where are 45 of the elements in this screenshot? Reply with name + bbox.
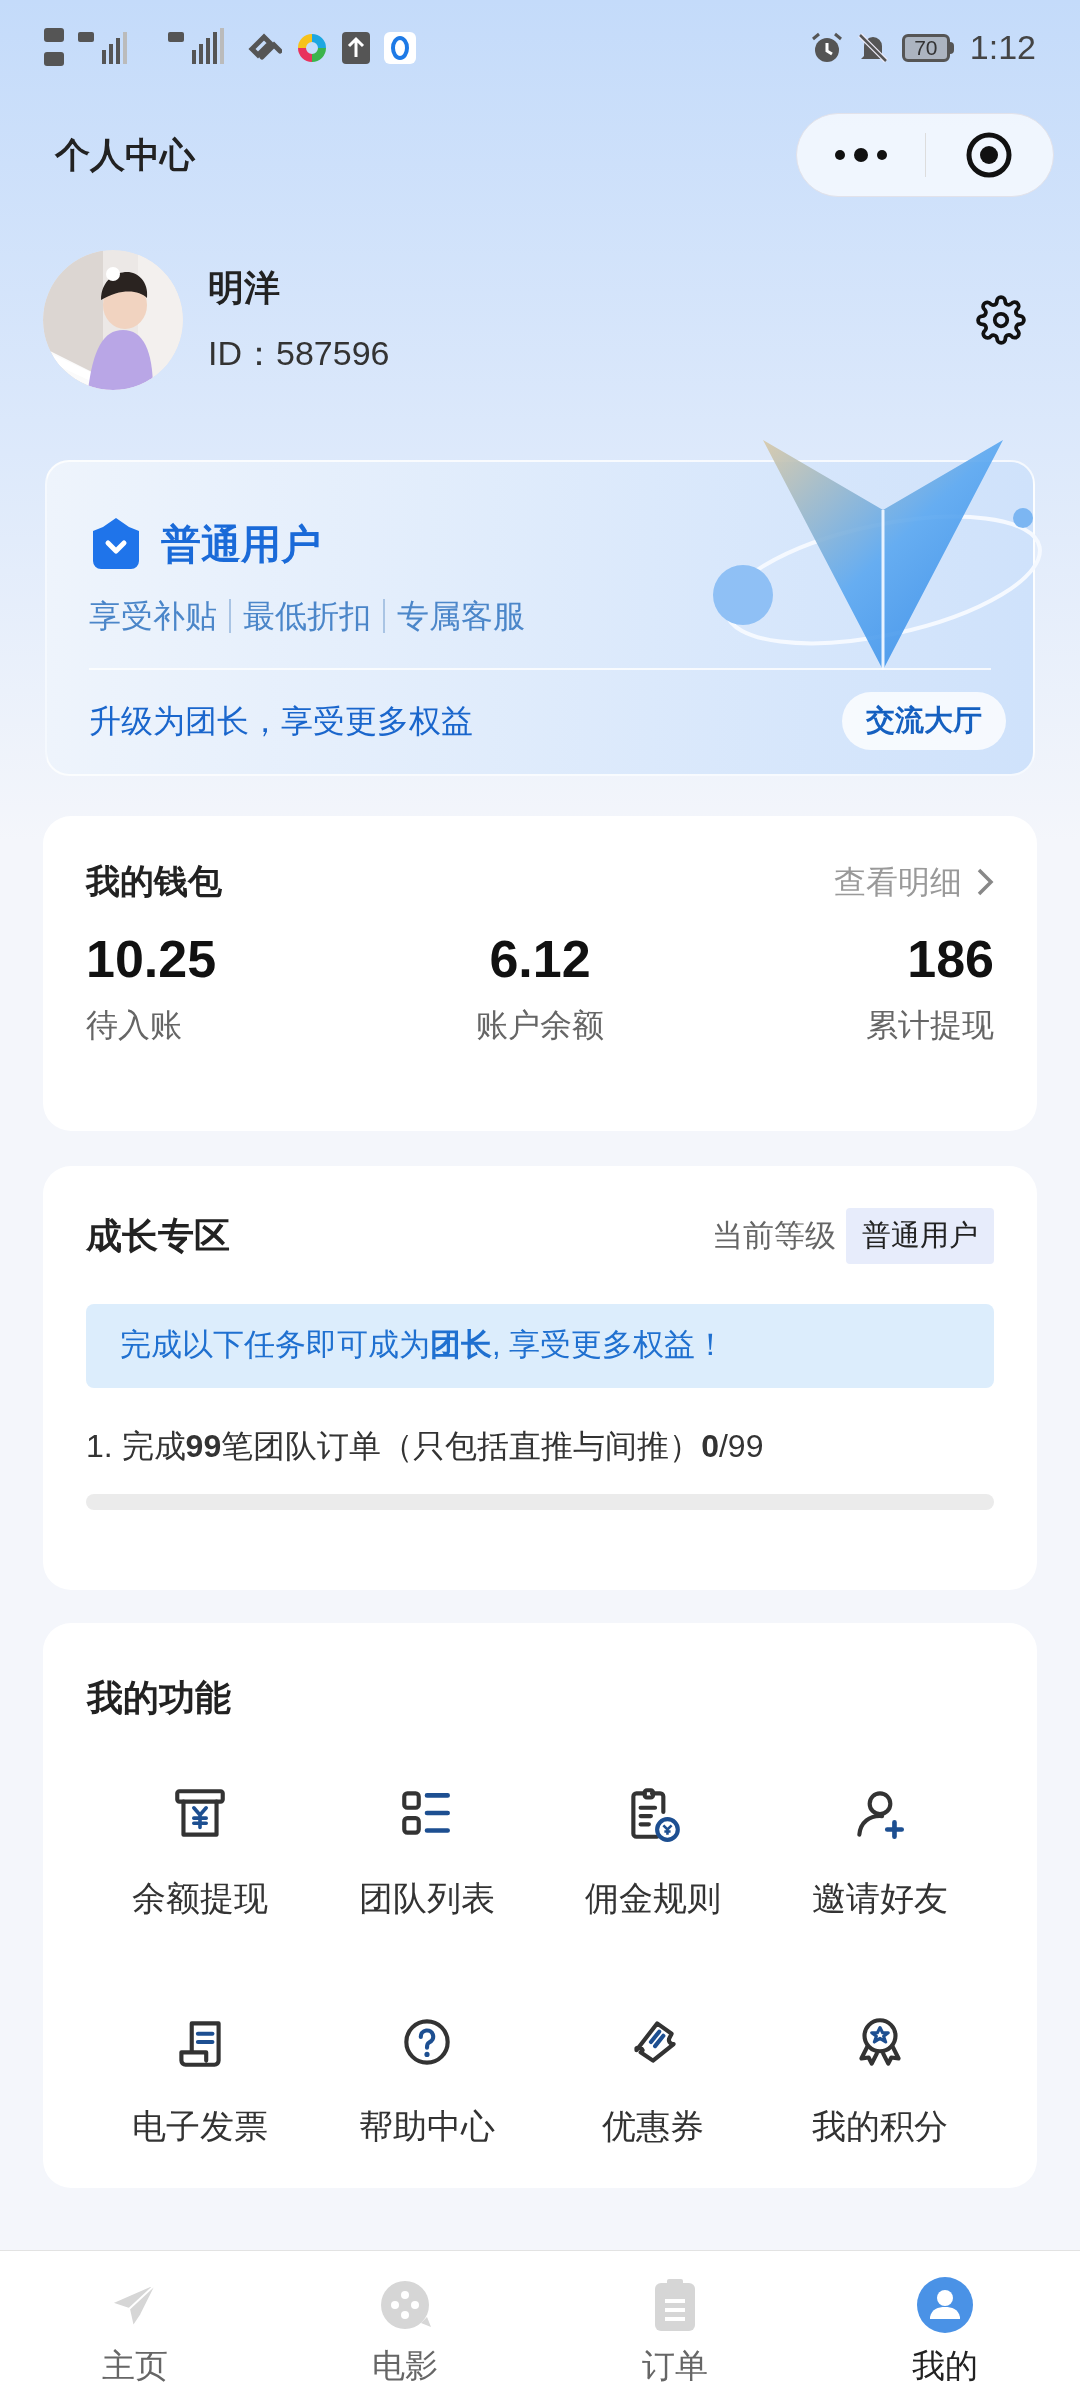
tab-item[interactable]: 我的 xyxy=(810,2251,1080,2400)
app-icon xyxy=(384,31,416,64)
upgrade-text: 升级为团长，享受更多权益 xyxy=(89,702,473,741)
user-id: ID：587596 xyxy=(208,336,391,370)
alarm-icon xyxy=(809,30,844,65)
user-avatar-icon xyxy=(915,2275,975,2335)
function-item[interactable]: 我的积分 xyxy=(766,2011,993,2143)
balance-value: 10.25 xyxy=(86,933,217,985)
function-item[interactable]: 电子发票 xyxy=(87,2011,314,2143)
function-item[interactable]: 团队列表 xyxy=(313,1783,540,1915)
balance-label: 账户余额 xyxy=(476,1006,604,1045)
level-label: 当前等级 xyxy=(712,1216,836,1255)
exchange-hall-button[interactable]: 交流大厅 xyxy=(842,692,1006,750)
function-item[interactable]: 优惠券 xyxy=(540,2011,767,2143)
member-level: 普通用户 xyxy=(161,521,321,568)
page-title: 个人中心 xyxy=(55,133,195,176)
upload-icon xyxy=(342,31,370,64)
function-item[interactable]: 佣金规则 xyxy=(540,1783,767,1915)
chevron-right-icon xyxy=(976,866,994,897)
tab-item[interactable]: 电影 xyxy=(270,2251,540,2400)
settings-button[interactable] xyxy=(974,293,1028,347)
perk-label: 专属客服 xyxy=(397,597,525,636)
clock: 1:12 xyxy=(969,27,1036,68)
notice-banner: 完成以下任务即可成为团长, 享受更多权益！ xyxy=(86,1303,994,1388)
balance-value: 6.12 xyxy=(489,933,591,985)
balance-label: 累计提现 xyxy=(866,1006,994,1045)
function-item[interactable]: 邀请好友 xyxy=(766,1783,993,1915)
muted-bell-icon xyxy=(855,30,890,65)
level-badge: 普通用户 xyxy=(846,1208,994,1264)
balance-value: 186 xyxy=(907,933,994,985)
user-name: 明洋 xyxy=(208,270,281,306)
section-title: 我的钱包 xyxy=(86,861,222,902)
colorful-circle-icon xyxy=(296,31,328,64)
close-icon xyxy=(965,131,1014,179)
section-title: 我的功能 xyxy=(87,1676,232,1720)
perk-label: 享受补贴 xyxy=(89,597,217,636)
perk-label: 最低折扣 xyxy=(243,597,371,636)
more-icon xyxy=(833,148,888,162)
tab-item[interactable]: 订单 xyxy=(540,2251,810,2400)
function-item[interactable]: 余额提现 xyxy=(87,1783,314,1915)
task-text: 1. 完成99笔团队订单（只包括直推与间推）0/99 xyxy=(86,1426,765,1466)
function-item[interactable]: 帮助中心 xyxy=(313,2011,540,2143)
tab-item[interactable]: 主页 xyxy=(0,2251,270,2400)
section-title: 成长专区 xyxy=(86,1213,230,1258)
balance-label: 待入账 xyxy=(86,1006,182,1045)
